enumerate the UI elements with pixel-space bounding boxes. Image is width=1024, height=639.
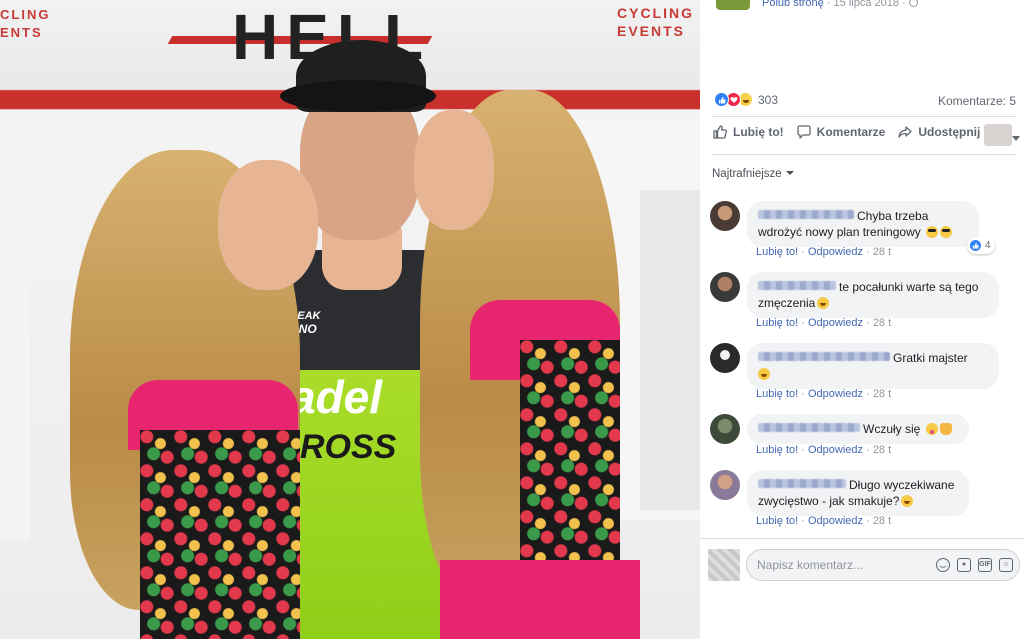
post-date[interactable]: 15 lipca 2018: [834, 0, 899, 9]
page-avatar[interactable]: [716, 0, 750, 10]
comment-like-link[interactable]: Lubię to!: [756, 444, 798, 456]
commenter-avatar[interactable]: [710, 414, 740, 444]
sort-label: Najtrafniejsze: [712, 168, 782, 180]
comment-meta: Lubię to! · Odpowiedz · 28 t: [756, 444, 892, 456]
like-button[interactable]: Lubię to!: [712, 124, 784, 140]
stage-stand-right-panel: [640, 190, 700, 510]
divider-bottom: [712, 154, 1016, 155]
smiling-face-with-sunglasses-icon: [926, 226, 939, 238]
comment-bubble: Długo wyczekiwane zwycięstwo - jak smaku…: [747, 470, 969, 516]
comment-time[interactable]: 28 t: [873, 317, 891, 329]
comment-like-link[interactable]: Lubię to!: [756, 388, 798, 400]
thumbs-up-icon: [713, 125, 727, 139]
comment-like-link[interactable]: Lubię to!: [756, 515, 798, 527]
comment-meta: Lubię to! · Odpowiedz · 28 t: [756, 246, 892, 258]
comment-like-count: 4: [985, 240, 991, 251]
comment-bubble: te pocałunki warte są tego zmęczenia: [747, 272, 999, 318]
comment-composer: Napisz komentarz... ‿ ● GIF ☺: [700, 538, 1024, 590]
left-woman-vest: [140, 430, 300, 639]
grinning-face-icon: [901, 495, 914, 507]
comment-time[interactable]: 28 t: [873, 515, 891, 527]
commenter-name[interactable]: [758, 423, 860, 432]
current-user-avatar[interactable]: [708, 549, 740, 581]
comment-text: Wczuły się: [863, 422, 921, 436]
comment-reply-link[interactable]: Odpowiedz: [808, 444, 863, 456]
comment-bubble: Gratki majster: [747, 343, 999, 389]
banner-text-right: CYCLING EVENTS: [617, 5, 694, 39]
like-page-link[interactable]: Polub stronę: [762, 0, 824, 9]
comment-like-badge[interactable]: 4: [967, 237, 995, 254]
comment-meta: Lubię to! · Odpowiedz · 28 t: [756, 317, 892, 329]
chevron-down-icon: [785, 171, 794, 175]
right-woman-skirt: [440, 560, 640, 639]
like-reaction-icon: [714, 92, 729, 107]
comment-input-placeholder: Napisz komentarz...: [757, 558, 864, 572]
commenter-name[interactable]: [758, 210, 854, 219]
commenter-avatar[interactable]: [710, 201, 740, 231]
header-separator: ·: [823, 0, 834, 9]
commenter-avatar[interactable]: [710, 470, 740, 500]
cyclist-cap-brim: [280, 80, 436, 112]
comment-bubble: Chyba trzeba wdrożyć nowy plan treningow…: [747, 201, 979, 247]
divider-top: [712, 116, 1016, 117]
comment-meta: Lubię to! · Odpowiedz · 28 t: [756, 388, 892, 400]
share-as-avatar[interactable]: [984, 124, 1012, 146]
comment-button-label: Komentarze: [816, 125, 886, 139]
comment-time[interactable]: 28 t: [873, 246, 891, 258]
commenter-name[interactable]: [758, 352, 890, 361]
share-arrow-icon: [898, 126, 912, 138]
comment-sort-dropdown[interactable]: Najtrafniejsze: [712, 168, 794, 180]
camera-icon[interactable]: ●: [957, 558, 971, 572]
jersey-logo: adel: [290, 371, 383, 423]
comment-bubble: Wczuły się: [747, 414, 969, 444]
reactions-summary[interactable]: 303: [714, 92, 778, 107]
comment-time[interactable]: 28 t: [873, 388, 891, 400]
like-reaction-icon: [969, 239, 982, 252]
face-with-tongue-icon: [925, 423, 938, 435]
left-woman-face: [218, 160, 318, 290]
commenter-avatar[interactable]: [710, 272, 740, 302]
comment-time[interactable]: 28 t: [873, 444, 891, 456]
post-actions: Lubię to! Komentarze Udostępnij: [712, 124, 992, 140]
comment-reply-link[interactable]: Odpowiedz: [808, 388, 863, 400]
commenter-avatar[interactable]: [710, 343, 740, 373]
share-button[interactable]: Udostępnij: [897, 124, 980, 140]
comment-input[interactable]: Napisz komentarz... ‿ ● GIF ☺: [746, 549, 1020, 581]
banner-text-left: CLING ENTS: [0, 7, 51, 40]
grinning-face-icon: [817, 297, 830, 309]
smiling-face-with-sunglasses-icon: [940, 226, 953, 238]
emoji-icon[interactable]: ‿: [936, 558, 950, 572]
jersey-bottom-text: ROSS: [300, 428, 397, 466]
composer-tools: ‿ ● GIF ☺: [936, 558, 1013, 572]
comment-button[interactable]: Komentarze: [796, 124, 886, 140]
stage-stand-left: [0, 120, 30, 540]
gif-icon[interactable]: GIF: [978, 558, 992, 572]
comments-count[interactable]: Komentarze: 5: [938, 94, 1016, 108]
comment-like-link[interactable]: Lubię to!: [756, 317, 798, 329]
post-photo[interactable]: CLING ENTS HELL CYCLING EVENTS K NPEAK M…: [0, 0, 700, 639]
right-woman-vest: [520, 340, 620, 560]
reaction-count: 303: [758, 92, 779, 107]
like-button-label: Lubię to!: [733, 125, 784, 139]
chevron-down-icon[interactable]: [1012, 136, 1020, 141]
comment-like-link[interactable]: Lubię to!: [756, 246, 798, 258]
commenter-name[interactable]: [758, 281, 836, 290]
globe-icon: [908, 0, 918, 7]
comment-reply-link[interactable]: Odpowiedz: [808, 246, 863, 258]
comment-reply-link[interactable]: Odpowiedz: [808, 317, 863, 329]
thumbs-up-emoji-icon: [939, 423, 952, 435]
commenter-name[interactable]: [758, 479, 846, 488]
comment-reply-link[interactable]: Odpowiedz: [808, 515, 863, 527]
grinning-face-icon: [758, 368, 770, 380]
post-header-line: Polub stronę · 15 lipca 2018 ·: [762, 0, 918, 9]
comment-meta: Lubię to! · Odpowiedz · 28 t: [756, 515, 892, 527]
speech-bubble-icon: [797, 125, 811, 139]
right-woman-face: [414, 110, 494, 230]
share-button-label: Udostępnij: [918, 125, 981, 139]
header-separator-2: ·: [899, 0, 909, 9]
comment-text: Gratki majster: [893, 351, 968, 365]
sticker-icon[interactable]: ☺: [999, 558, 1013, 572]
